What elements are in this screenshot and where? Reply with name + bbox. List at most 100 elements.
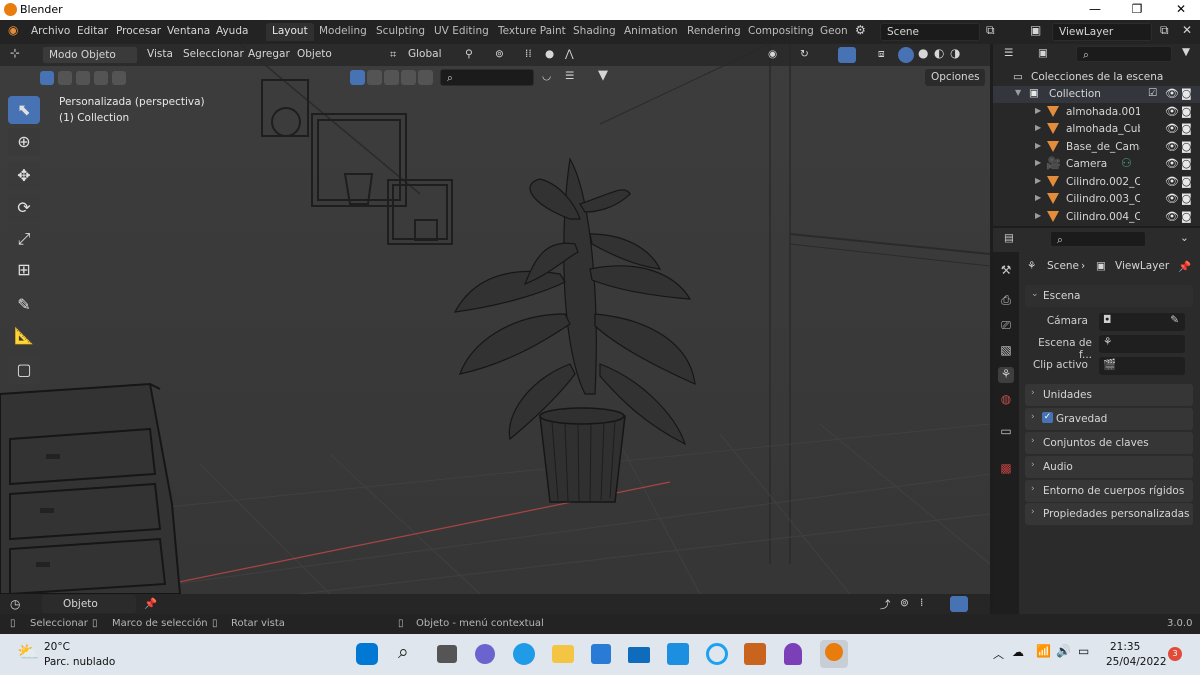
keyframe-icon[interactable]: ⤴ bbox=[880, 597, 891, 612]
expand-icon[interactable]: ▶ bbox=[1035, 123, 1041, 132]
rigid-body-panel-header[interactable]: › Entorno de cuerpos rígidos bbox=[1025, 480, 1193, 502]
pin-properties-icon[interactable]: 📌 bbox=[1178, 260, 1191, 273]
tab-rendering[interactable]: Rendering bbox=[681, 23, 747, 41]
shading-material-icon[interactable]: ◐ bbox=[934, 46, 944, 60]
file-explorer-icon[interactable] bbox=[552, 645, 574, 663]
orientation-selector[interactable]: Global bbox=[402, 46, 456, 64]
options-dropdown[interactable]: Opciones bbox=[925, 69, 985, 86]
pin-icon[interactable]: 📌 bbox=[144, 597, 157, 610]
outliner-item-row[interactable]: ▶ Cilindro.004_Cili 👁◙ bbox=[993, 209, 1200, 226]
gravity-checkbox[interactable]: ✓ bbox=[1042, 412, 1053, 423]
menu-agregar[interactable]: Agregar bbox=[248, 48, 290, 60]
menu-seleccionar[interactable]: Seleccionar bbox=[183, 48, 244, 60]
eye-icon[interactable]: 👁 bbox=[1165, 157, 1179, 170]
cortana-icon[interactable] bbox=[706, 643, 728, 665]
eye-icon[interactable]: 👁 bbox=[1165, 105, 1179, 118]
tool-tab-icon[interactable]: ⚒ bbox=[998, 263, 1014, 279]
render-tab-icon[interactable]: ⎙ bbox=[998, 293, 1014, 309]
transform-tool[interactable]: ⊞ bbox=[8, 256, 40, 284]
paint-app-icon[interactable] bbox=[744, 643, 766, 665]
gravity-panel-header[interactable]: › ✓ Gravedad bbox=[1025, 408, 1193, 430]
tab-sculpting[interactable]: Sculpting bbox=[370, 23, 431, 41]
texture-tab-icon[interactable]: ▩ bbox=[998, 461, 1014, 477]
filter-icon[interactable]: ▼ bbox=[598, 68, 608, 83]
blender-menu-icon[interactable]: ◉ bbox=[8, 23, 18, 37]
audio-panel-header[interactable]: › Audio bbox=[1025, 456, 1193, 478]
move-tool[interactable]: ✥ bbox=[8, 162, 40, 190]
chat-icon[interactable] bbox=[475, 644, 495, 664]
render-camera-icon[interactable]: ◙ bbox=[1181, 192, 1192, 205]
render-camera-icon[interactable]: ◙ bbox=[1181, 122, 1192, 135]
background-scene-field[interactable]: ⚘ bbox=[1099, 335, 1185, 353]
add-cube-tool[interactable]: ▢ bbox=[8, 356, 40, 384]
pivot-icon[interactable]: ⚲ bbox=[465, 48, 473, 60]
render-camera-icon[interactable]: ◙ bbox=[1181, 87, 1192, 100]
clock-date[interactable]: 25/04/2022 bbox=[1106, 656, 1167, 668]
rotate-tool[interactable]: ⟳ bbox=[8, 194, 40, 222]
windows-start-icon[interactable] bbox=[356, 643, 378, 665]
menu-ayuda[interactable]: Ayuda bbox=[216, 25, 248, 37]
filter-other-icon[interactable] bbox=[401, 70, 416, 85]
scene-panel-header[interactable]: ⌄ Escena bbox=[1025, 285, 1193, 307]
object-mode-selector[interactable]: Objeto bbox=[42, 595, 136, 613]
filter-empty-icon[interactable] bbox=[418, 70, 433, 85]
new-viewlayer-icon[interactable]: ⧉ bbox=[1160, 23, 1169, 38]
tab-uv-editing[interactable]: UV Editing bbox=[428, 23, 495, 41]
tab-animation[interactable]: Animation bbox=[618, 23, 684, 41]
outliner-collection-row[interactable]: ▼ ▣ Collection ☑ 👁 ◙ bbox=[993, 86, 1200, 103]
render-camera-icon[interactable]: ◙ bbox=[1181, 157, 1192, 170]
maximize-button[interactable]: ❐ bbox=[1122, 2, 1152, 16]
edge-icon[interactable] bbox=[513, 643, 535, 665]
viewport-search-input[interactable]: ⌕ bbox=[440, 69, 534, 86]
select-intersect-icon[interactable] bbox=[112, 71, 126, 85]
filter-mesh-icon[interactable] bbox=[350, 70, 365, 85]
eye-icon[interactable]: 👁 bbox=[1165, 87, 1179, 100]
select-invert-icon[interactable] bbox=[94, 71, 108, 85]
outliner-item-row[interactable]: ▶ Base_de_Cama_C 👁◙ bbox=[993, 139, 1200, 156]
custom-props-panel-header[interactable]: › Propiedades personalizadas bbox=[1025, 503, 1193, 525]
sync-icon[interactable]: ◡ bbox=[542, 70, 551, 82]
clock-time[interactable]: 21:35 bbox=[1110, 641, 1140, 653]
tab-compositing[interactable]: Compositing bbox=[742, 23, 820, 41]
remove-viewlayer-icon[interactable]: ✕ bbox=[1182, 23, 1192, 37]
gizmo-icon[interactable]: ↻ bbox=[800, 48, 809, 60]
filter-light-icon[interactable] bbox=[367, 70, 382, 85]
3d-viewport[interactable] bbox=[0, 44, 990, 594]
eye-icon[interactable]: 👁 bbox=[1165, 192, 1179, 205]
eye-icon[interactable]: 👁 bbox=[1165, 140, 1179, 153]
search-taskbar-icon[interactable]: ⌕ bbox=[398, 641, 424, 667]
snap-target-icon[interactable]: ⁞⁞ bbox=[525, 48, 532, 60]
autokey-icon[interactable]: ⊚ bbox=[900, 597, 909, 609]
tab-geometry[interactable]: Geon bbox=[814, 23, 854, 41]
menu-objeto[interactable]: Objeto bbox=[297, 48, 332, 60]
cloud-icon[interactable]: ☁ bbox=[1012, 645, 1024, 659]
snap-icon[interactable]: ⊚ bbox=[495, 48, 504, 60]
tab-layout[interactable]: Layout bbox=[266, 23, 314, 41]
expand-icon[interactable]: ▶ bbox=[1035, 141, 1041, 150]
scale-tool[interactable]: ⤢ bbox=[8, 225, 40, 253]
menu-vista[interactable]: Vista bbox=[147, 48, 173, 60]
expand-icon[interactable]: ▶ bbox=[1035, 193, 1041, 202]
outliner-item-row[interactable]: ▶ almohada.001_C 👁◙ bbox=[993, 104, 1200, 121]
outliner-editor-icon[interactable]: ☰ bbox=[1004, 47, 1013, 59]
l-app-icon[interactable] bbox=[667, 643, 689, 665]
outliner-root-row[interactable]: ▭ Colecciones de la escena bbox=[993, 69, 1200, 86]
store-icon[interactable] bbox=[591, 644, 611, 664]
collection-checkbox[interactable]: ☑ bbox=[1148, 87, 1157, 99]
scene-tab-icon[interactable]: ⚘ bbox=[998, 367, 1014, 383]
snap-timeline-icon[interactable]: ⁞ bbox=[920, 597, 923, 609]
properties-options-icon[interactable]: ⌄ bbox=[1180, 232, 1189, 244]
select-extend-icon[interactable] bbox=[58, 71, 72, 85]
overlay-timeline-button[interactable] bbox=[950, 596, 968, 612]
scene-selector[interactable]: Scene bbox=[880, 23, 980, 41]
menu-procesar[interactable]: Procesar bbox=[116, 25, 161, 37]
expand-icon[interactable]: ▶ bbox=[1035, 158, 1041, 167]
viewlayer-selector[interactable]: ViewLayer bbox=[1052, 23, 1152, 41]
eye-icon[interactable]: 👁 bbox=[1165, 210, 1179, 223]
eye-icon[interactable]: 👁 bbox=[1165, 175, 1179, 188]
collection-tab-icon[interactable]: ▭ bbox=[998, 424, 1014, 440]
wifi-icon[interactable]: 📶 bbox=[1036, 644, 1051, 658]
display-mode-icon[interactable]: ▣ bbox=[1038, 47, 1048, 59]
blender-taskbar-button[interactable] bbox=[820, 640, 848, 668]
shading-solid-icon[interactable]: ● bbox=[918, 46, 928, 60]
